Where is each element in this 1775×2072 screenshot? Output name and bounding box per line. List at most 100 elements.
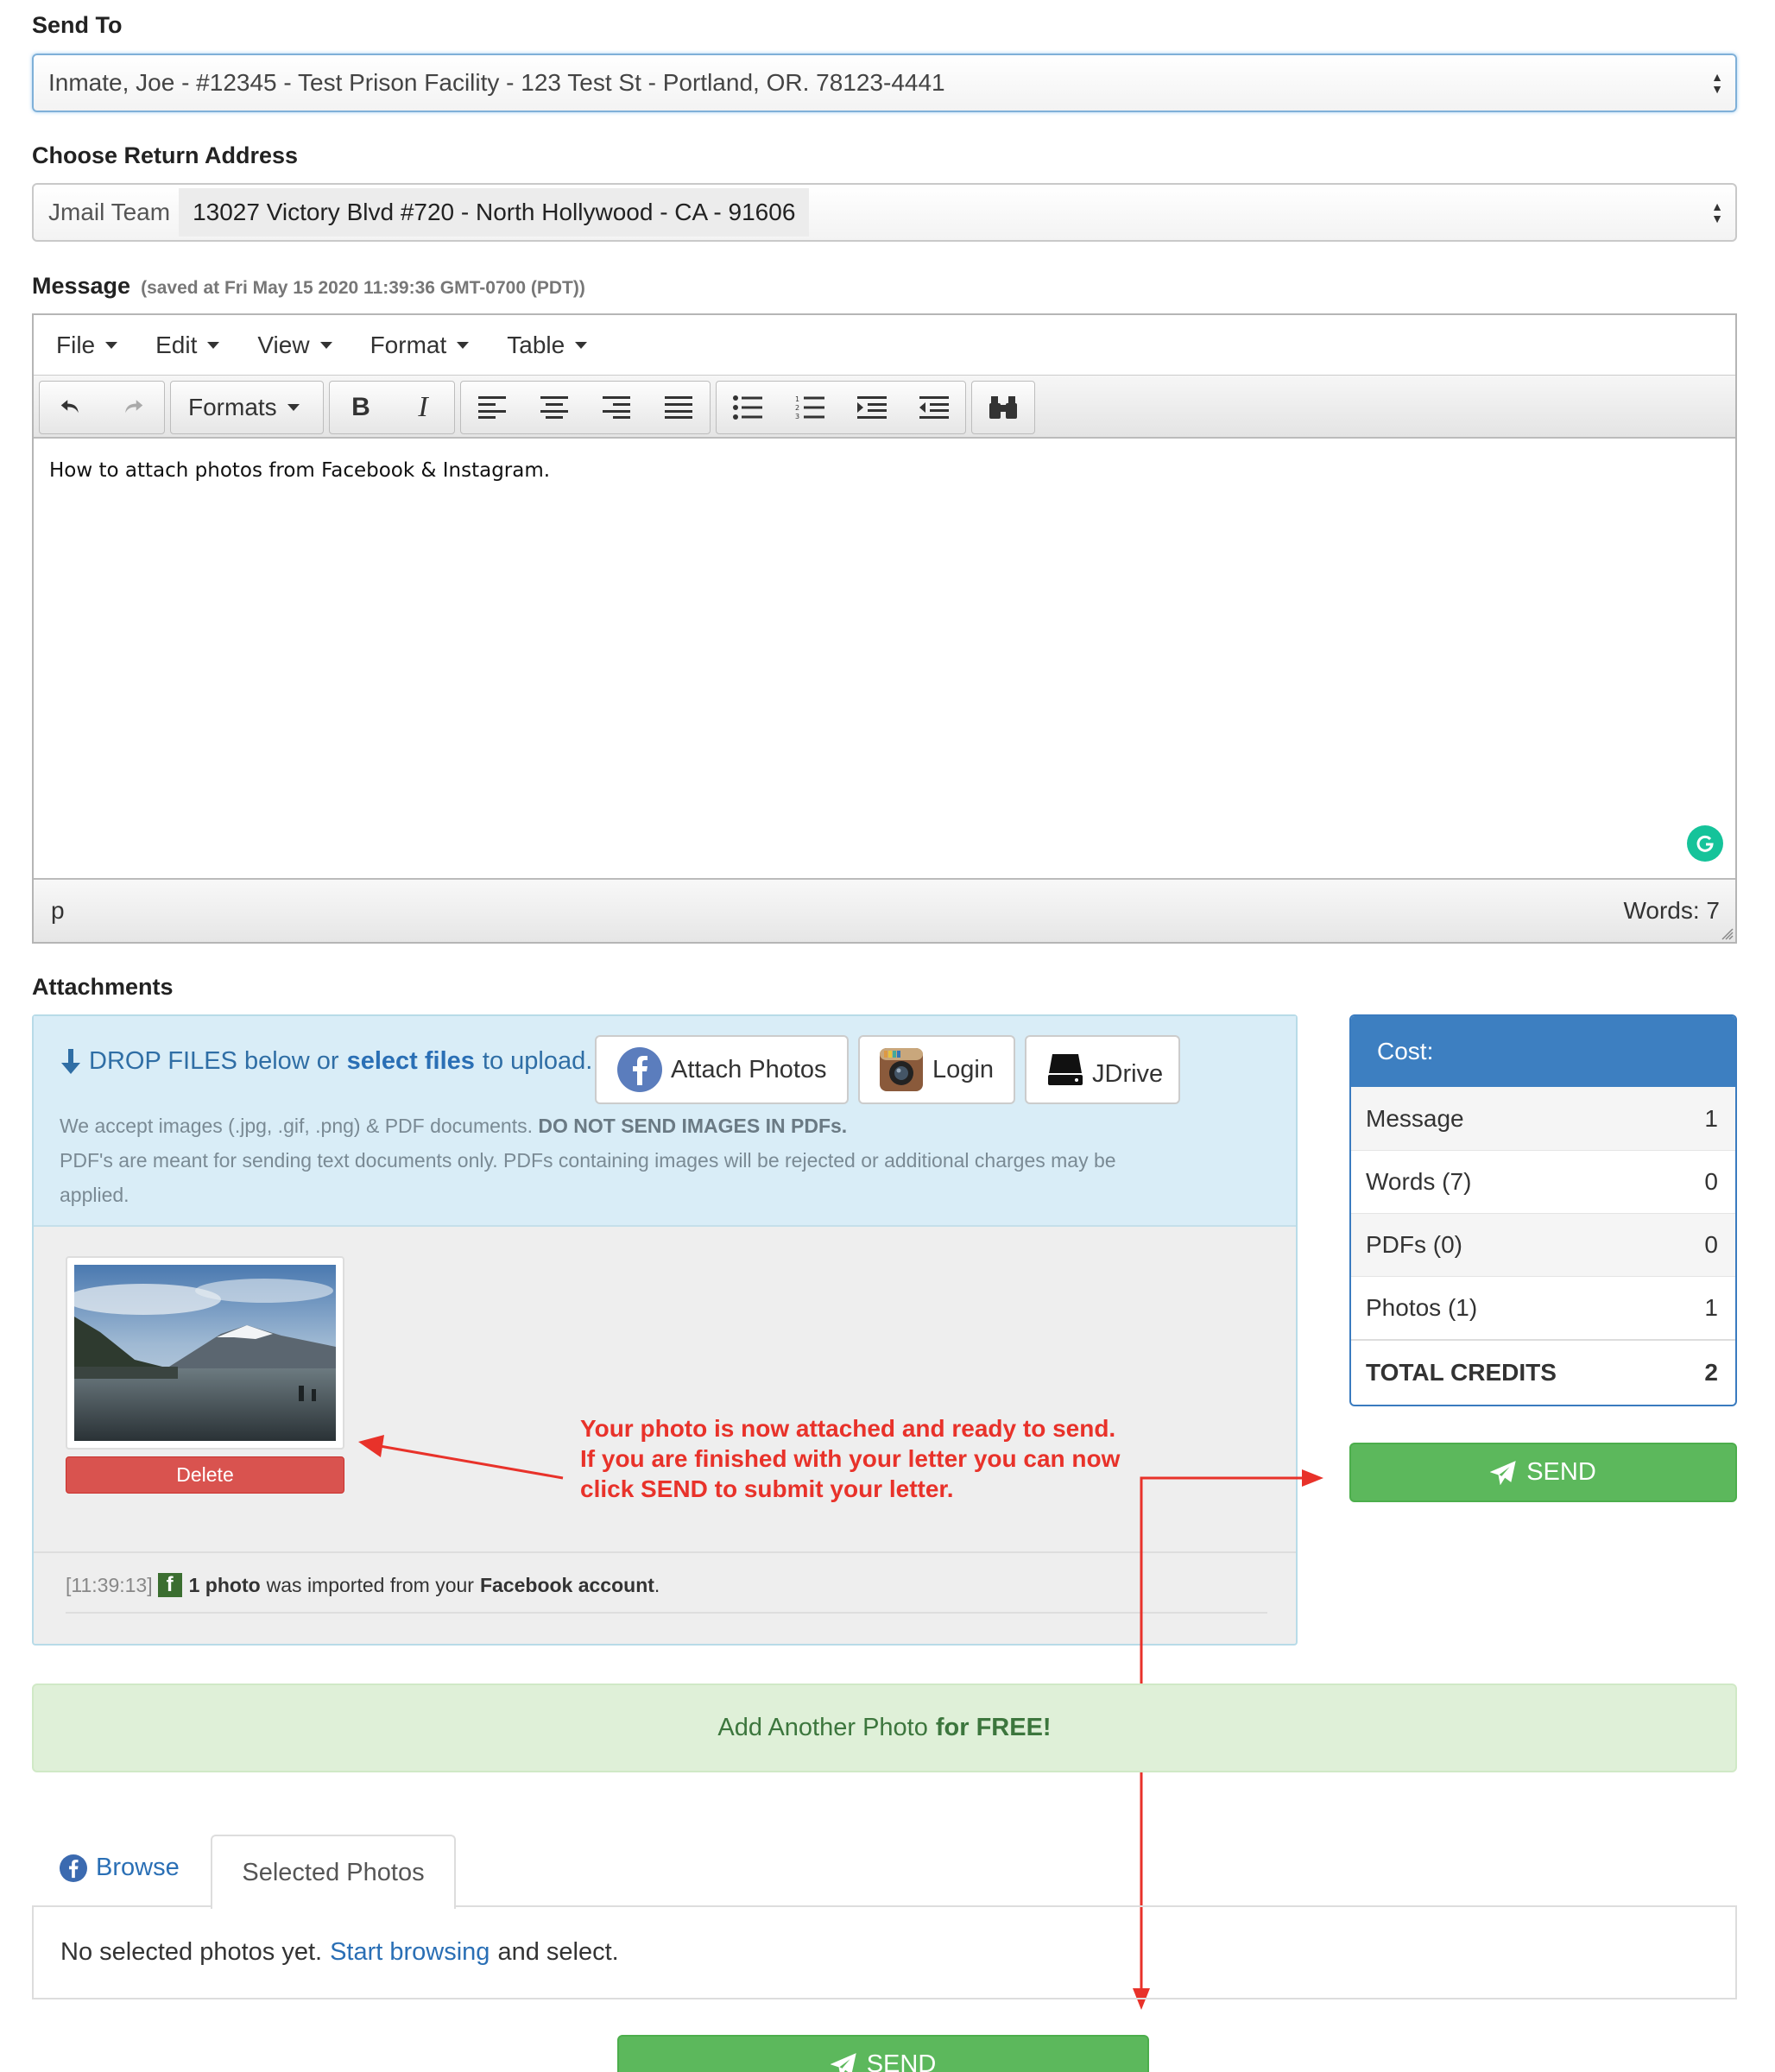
find-button[interactable] bbox=[972, 382, 1034, 433]
hard-drive-icon bbox=[1048, 1054, 1083, 1085]
return-address-value: 13027 Victory Blvd #720 - North Hollywoo… bbox=[179, 188, 810, 237]
indent-button[interactable] bbox=[841, 382, 903, 433]
grammarly-icon[interactable] bbox=[1687, 825, 1723, 862]
bold-button[interactable]: B bbox=[330, 382, 392, 433]
binoculars-icon bbox=[989, 396, 1017, 419]
caret-down-icon bbox=[457, 341, 470, 349]
caret-down-icon bbox=[575, 341, 588, 349]
numbered-list-icon: 123 bbox=[795, 395, 824, 420]
align-right-button[interactable] bbox=[585, 382, 647, 433]
send-to-value: Inmate, Joe - #12345 - Test Prison Facil… bbox=[48, 69, 945, 96]
align-right-icon bbox=[603, 396, 630, 419]
paper-plane-icon bbox=[830, 2052, 856, 2072]
return-address-label: Choose Return Address bbox=[32, 142, 299, 168]
formats-label: Formats bbox=[188, 394, 277, 420]
drop-zone[interactable]: DROP FILES below or select files to uplo… bbox=[32, 1014, 1298, 1646]
align-group bbox=[460, 381, 711, 434]
send-to-select[interactable]: Inmate, Joe - #12345 - Test Prison Facil… bbox=[32, 54, 1737, 112]
redo-icon bbox=[125, 400, 143, 414]
indent-icon bbox=[857, 396, 887, 419]
element-path[interactable]: p bbox=[51, 897, 65, 925]
outdent-icon bbox=[919, 396, 949, 419]
numbered-list-button[interactable]: 123 bbox=[779, 382, 841, 433]
word-count: Words: 7 bbox=[1623, 897, 1720, 924]
photo-thumbnail bbox=[66, 1256, 344, 1450]
list-group: 123 bbox=[716, 381, 966, 434]
undo-icon bbox=[60, 400, 79, 414]
outdent-button[interactable] bbox=[903, 382, 965, 433]
accept-warning: DO NOT SEND IMAGES IN PDFs. bbox=[538, 1115, 848, 1137]
facebook-icon bbox=[60, 1854, 87, 1882]
svg-text:1: 1 bbox=[795, 395, 799, 403]
menu-view[interactable]: View bbox=[257, 332, 332, 359]
attach-photos-button[interactable]: Attach Photos bbox=[595, 1035, 849, 1104]
find-group bbox=[971, 381, 1035, 434]
editor-statusbar: p Words: 7 bbox=[34, 878, 1735, 942]
facebook-icon bbox=[617, 1047, 662, 1092]
message-header: Message (saved at Fri May 15 2020 11:39:… bbox=[32, 273, 585, 300]
drop-zone-header: DROP FILES below or select files to uplo… bbox=[34, 1016, 1296, 1227]
grammarly-g-icon bbox=[1696, 835, 1714, 852]
caret-down-icon bbox=[105, 341, 118, 349]
tab-browse[interactable]: Browse bbox=[60, 1854, 180, 1882]
log-divider bbox=[34, 1551, 1296, 1553]
align-center-icon bbox=[540, 396, 568, 419]
select-arrows-icon: ▲ ▼ bbox=[1711, 70, 1723, 96]
svg-text:3: 3 bbox=[795, 413, 799, 420]
undo-button[interactable] bbox=[40, 382, 102, 433]
cost-row-message: Message 1 bbox=[1351, 1087, 1735, 1150]
editor-content[interactable]: How to attach photos from Facebook & Ins… bbox=[34, 439, 1735, 879]
accept-info: We accept images (.jpg, .gif, .png) & PD… bbox=[60, 1109, 1182, 1212]
cost-panel: Cost: Message 1 Words (7) 0 PDFs (0) 0 Phot… bbox=[1349, 1014, 1737, 1406]
caret-down-icon bbox=[207, 341, 220, 349]
bullet-list-button[interactable] bbox=[717, 382, 779, 433]
align-left-button[interactable] bbox=[461, 382, 523, 433]
log-underline bbox=[66, 1612, 1267, 1614]
instagram-login-button[interactable]: Login bbox=[858, 1035, 1015, 1104]
align-justify-button[interactable] bbox=[647, 382, 710, 433]
cost-row-pdfs: PDFs (0) 0 bbox=[1351, 1213, 1735, 1276]
align-left-icon bbox=[478, 396, 506, 419]
add-photo-banner[interactable]: Add Another Photo for FREE! bbox=[32, 1684, 1737, 1772]
text-style-group: B I bbox=[329, 381, 455, 434]
italic-button[interactable]: I bbox=[392, 382, 454, 433]
arrow-down-icon bbox=[61, 1048, 80, 1074]
formats-dropdown[interactable]: Formats bbox=[170, 381, 324, 434]
history-group bbox=[39, 381, 165, 434]
message-editor: File Edit View Format Table Formats B I bbox=[32, 313, 1737, 944]
saved-note: (saved at Fri May 15 2020 11:39:36 GMT-0… bbox=[141, 278, 585, 298]
instruction-annotation: Your photo is now attached and ready to … bbox=[580, 1415, 1121, 1502]
redo-button[interactable] bbox=[102, 382, 164, 433]
resize-handle-icon[interactable] bbox=[1721, 928, 1734, 940]
svg-text:2: 2 bbox=[795, 404, 799, 412]
cost-title: Cost: bbox=[1351, 1016, 1735, 1087]
menu-table[interactable]: Table bbox=[507, 332, 588, 359]
cost-row-words: Words (7) 0 bbox=[1351, 1150, 1735, 1213]
tab-selected-photos[interactable]: Selected Photos bbox=[211, 1835, 456, 1909]
instagram-icon bbox=[880, 1048, 923, 1091]
log-time: [11:39:13] bbox=[66, 1573, 153, 1596]
message-body: How to attach photos from Facebook & Ins… bbox=[49, 459, 551, 482]
facebook-square-icon: f bbox=[157, 1573, 182, 1597]
paper-plane-icon bbox=[1490, 1460, 1516, 1485]
jdrive-button[interactable]: JDrive bbox=[1025, 1035, 1180, 1104]
send-button-side[interactable]: SEND bbox=[1349, 1443, 1737, 1502]
caret-down-icon bbox=[319, 341, 332, 349]
start-browsing-link[interactable]: Start browsing bbox=[330, 1938, 490, 1967]
caret-down-icon bbox=[287, 404, 300, 411]
return-name: Jmail Team bbox=[48, 199, 171, 225]
cost-total: TOTAL CREDITS 2 bbox=[1351, 1339, 1735, 1405]
editor-menubar: File Edit View Format Table bbox=[34, 315, 1735, 376]
menu-edit[interactable]: Edit bbox=[155, 332, 220, 359]
align-center-button[interactable] bbox=[523, 382, 585, 433]
select-arrows-icon: ▲ ▼ bbox=[1711, 199, 1723, 225]
menu-format[interactable]: Format bbox=[370, 332, 470, 359]
send-to-label: Send To bbox=[32, 12, 123, 38]
select-files-link[interactable]: select files bbox=[347, 1047, 475, 1076]
menu-file[interactable]: File bbox=[56, 332, 118, 359]
delete-photo-button[interactable]: Delete bbox=[66, 1456, 344, 1494]
pdf-note: PDF's are meant for sending text documen… bbox=[60, 1149, 1116, 1206]
send-button-bottom[interactable]: SEND bbox=[617, 2035, 1149, 2072]
return-address-select[interactable]: Jmail Team 13027 Victory Blvd #720 - Nor… bbox=[32, 183, 1737, 242]
attachments-label: Attachments bbox=[32, 974, 174, 1000]
